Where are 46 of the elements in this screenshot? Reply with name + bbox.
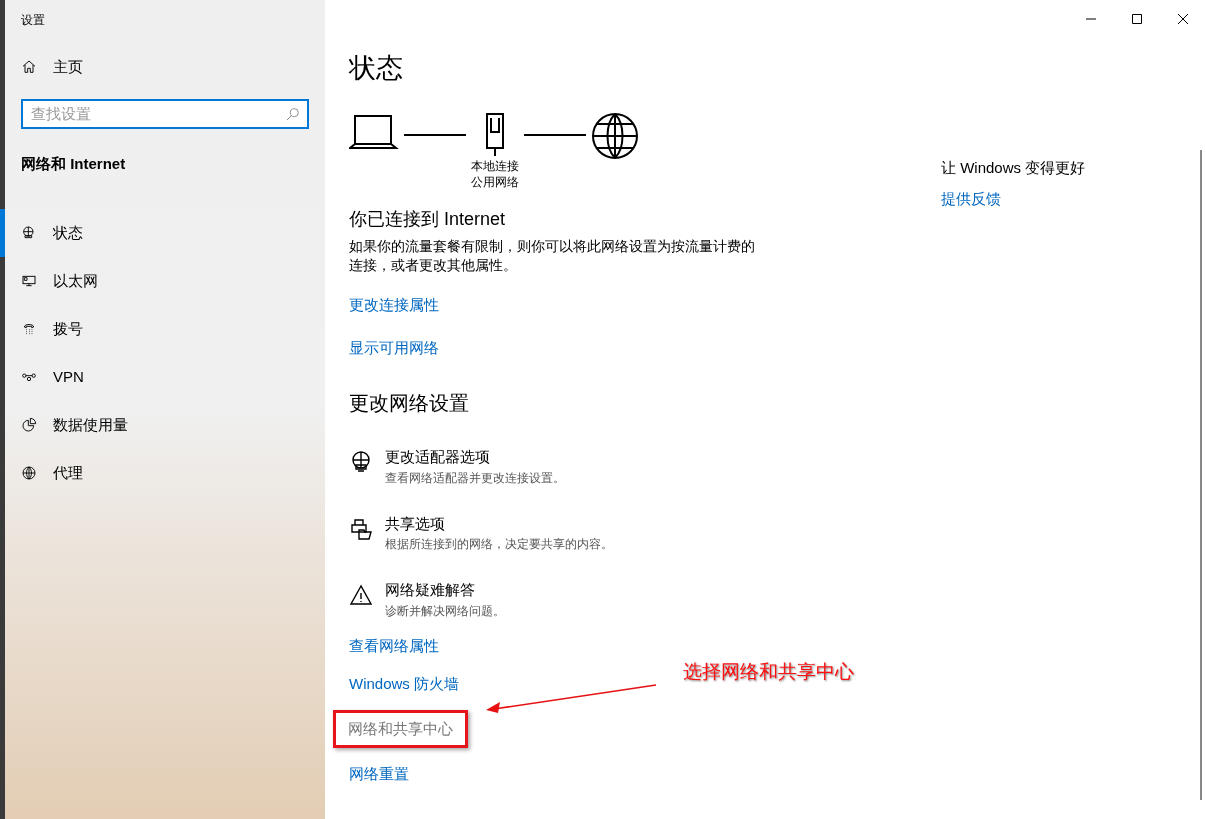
connector-line	[404, 134, 466, 136]
nav-item[interactable]: VPN	[0, 353, 325, 401]
option-description: 查看网络适配器并更改连接设置。	[385, 469, 565, 487]
warning-icon	[349, 583, 373, 607]
nav-item[interactable]: 代理	[0, 449, 325, 497]
phone-icon	[21, 321, 37, 337]
printer-folder-icon	[349, 516, 373, 541]
globe-monitor-icon	[349, 450, 373, 474]
nav-item[interactable]: 数据使用量	[0, 401, 325, 449]
globe-icon	[591, 112, 639, 160]
maximize-icon	[1131, 13, 1143, 25]
option-description: 根据所连接到的网络，决定要共享的内容。	[385, 536, 613, 553]
pie-chart-icon	[21, 417, 37, 433]
connector-line	[524, 134, 586, 136]
connection-label: 本地连接	[471, 158, 519, 174]
link[interactable]: 网络重置	[349, 764, 409, 782]
section-heading: 网络和 Internet	[21, 153, 126, 174]
aside-heading: 让 Windows 变得更好	[941, 158, 1086, 178]
link[interactable]: Windows 防火墙	[349, 674, 460, 692]
option-title[interactable]: 网络疑难解答	[385, 579, 505, 602]
link[interactable]: 更改连接属性	[349, 296, 439, 313]
option-description: 诊断并解决网络问题。	[385, 602, 505, 620]
feedback-link[interactable]: 提供反馈	[941, 187, 1001, 210]
search-field[interactable]: 查找设置	[21, 98, 309, 129]
home-link[interactable]: 主页	[53, 56, 83, 79]
search-icon	[285, 105, 301, 122]
annotation-text: 选择网络和共享中心	[683, 660, 854, 684]
page-title: 状态	[349, 55, 403, 82]
option-title[interactable]: 共享选项	[385, 512, 613, 535]
nav-item[interactable]: 状态	[0, 209, 325, 257]
link[interactable]: 查看网络属性	[349, 636, 439, 654]
section-title: 更改网络设置	[349, 391, 469, 416]
nav-item[interactable]: 以太网	[0, 257, 325, 305]
link[interactable]: 显示可用网络	[349, 339, 439, 356]
option-title[interactable]: 更改适配器选项	[385, 446, 565, 469]
laptop-icon	[349, 112, 399, 152]
window-title: 设置	[21, 12, 45, 28]
globe-monitor-icon	[21, 225, 37, 241]
nav-item[interactable]: 拨号	[0, 305, 325, 353]
status-heading: 你已连接到 Internet	[349, 208, 506, 231]
close-icon	[1177, 13, 1189, 25]
ethernet-icon	[21, 273, 37, 289]
home-icon	[21, 59, 37, 76]
status-description: 如果你的流量套餐有限制，则你可以将此网络设置为按流量计费的连接，或者更改其他属性。	[349, 237, 755, 275]
globe-icon	[21, 465, 37, 481]
connection-label: 公用网络	[471, 174, 519, 190]
